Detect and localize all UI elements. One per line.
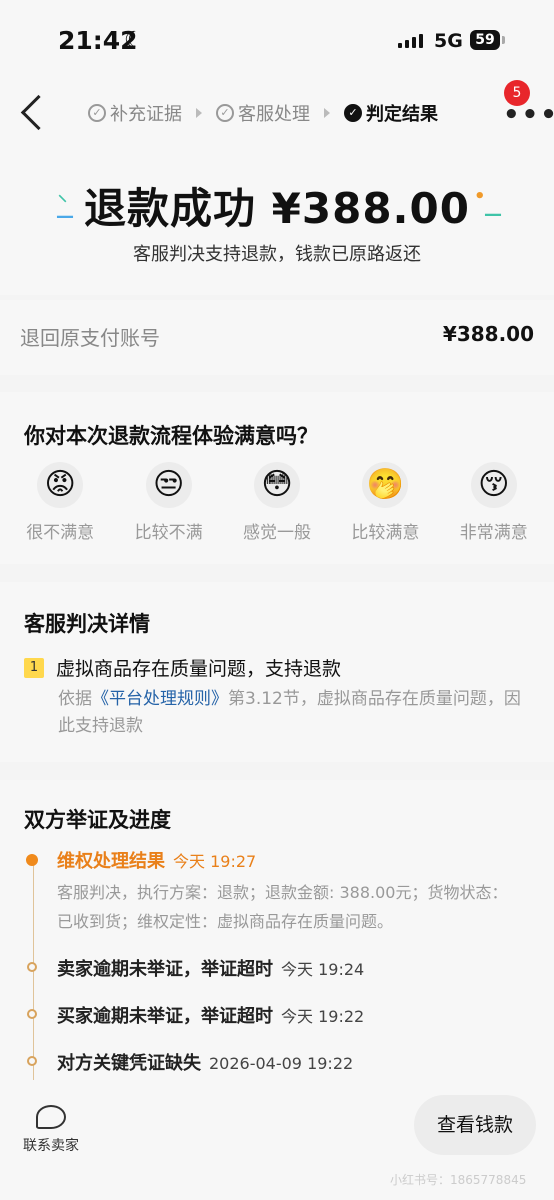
event-time: 2026-04-09 19:22 — [209, 1054, 354, 1073]
rating-very-satisfied[interactable]: 😚 非常满意 — [444, 462, 544, 543]
contact-label: 联系卖家 — [23, 1138, 79, 1154]
back-arrow-icon[interactable] — [20, 94, 57, 131]
event-description: 客服判决，执行方案：退款；退款金额: 388.00元；货物状态：已收到货；维权定… — [57, 883, 508, 931]
neutral-face-icon: 😳 — [253, 462, 300, 508]
step-arrow-icon — [196, 108, 202, 118]
judgement-title: 客服判决详情 — [24, 612, 150, 636]
judgement-details: 客服判决详情 1 虚拟商品存在质量问题，支持退款 依据《平台处理规则》第3.12… — [0, 582, 554, 762]
network-label: 5G — [434, 30, 463, 52]
watermark: 小红书号：1865778845 — [390, 1173, 527, 1187]
step-label: 客服处理 — [238, 104, 310, 125]
progress-title: 双方举证及进度 — [24, 808, 171, 832]
rating-label: 比较满意 — [351, 523, 420, 543]
giggle-face-icon: 🤭 — [362, 462, 409, 508]
step-label: 补充证据 — [110, 104, 182, 125]
refund-hero: ⸌ — • — 退款成功 ¥388.00 客服判决支持退款，钱款已原路返还 — [0, 150, 554, 295]
rating-label: 感觉一般 — [242, 523, 311, 543]
contact-seller-button[interactable]: 联系卖家 — [20, 1105, 82, 1155]
rating-satisfied[interactable]: 🤭 比较满意 — [335, 462, 435, 543]
judgement-item-title: 虚拟商品存在质量问题，支持退款 — [56, 658, 342, 680]
rating-label: 很不满意 — [26, 523, 95, 543]
event-title-text: 维权处理结果 — [57, 851, 165, 872]
event-title: 买家逾期未举证，举证超时 今天 19:22 — [57, 1002, 364, 1028]
signal-icon — [398, 34, 423, 48]
account-amount: ¥388.00 — [442, 322, 534, 346]
check-circle-icon: ✓ — [88, 104, 106, 122]
step-arrow-icon — [324, 108, 330, 118]
moon-icon: ☾ — [124, 28, 144, 53]
kiss-face-icon: 😚 — [470, 462, 517, 508]
bottom-bar: 联系卖家 查看钱款 小红书号：1865778845 — [0, 1085, 554, 1200]
refund-account-row: 退回原支付账号 ¥388.00 — [0, 300, 554, 375]
rating-label: 非常满意 — [459, 523, 528, 543]
evidence-progress: 双方举证及进度 维权处理结果 今天 19:27 客服判决，执行方案：退款；退款金额… — [0, 780, 554, 1100]
timeline-dot-icon — [27, 1056, 37, 1066]
check-circle-icon: ✓ — [216, 104, 234, 122]
nav-bar: ✓ 补充证据 ✓ 客服处理 ✓ 判定结果 5 ••• — [0, 80, 554, 150]
rules-link[interactable]: 《平台处理规则》 — [92, 689, 228, 709]
event-title-text: 对方关键凭证缺失 — [57, 1053, 201, 1074]
event-time: 今天 19:27 — [173, 852, 257, 871]
event-time: 今天 19:24 — [281, 960, 365, 979]
event-title: 卖家逾期未举证，举证超时 今天 19:24 — [57, 955, 364, 981]
event-title-text: 买家逾期未举证，举证超时 — [57, 1006, 273, 1027]
refund-subtitle: 客服判决支持退款，钱款已原路返还 — [133, 244, 421, 265]
rating-dissatisfied[interactable]: 😒 比较不满 — [119, 462, 219, 543]
event-title-text: 卖家逾期未举证，举证超时 — [57, 959, 273, 980]
timeline-dot-icon — [27, 962, 37, 972]
index-badge: 1 — [24, 657, 44, 678]
judgement-description: 依据《平台处理规则》第3.12节，虚拟商品存在质量问题，因此支持退款 — [58, 686, 528, 740]
check-circle-icon: ✓ — [344, 104, 362, 122]
battery-icon: 59 — [470, 30, 505, 50]
step-service: ✓ 客服处理 — [216, 100, 310, 126]
survey-title: 你对本次退款流程体验满意吗？ — [24, 424, 318, 448]
timeline-dot-icon — [26, 854, 38, 866]
desc-text: 依据 — [58, 689, 92, 709]
step-label: 判定结果 — [366, 104, 438, 125]
satisfaction-survey: 你对本次退款流程体验满意吗？ 😡 很不满意 😒 比较不满 😳 感觉一般 🤭 比较… — [0, 392, 554, 564]
rating-label: 比较不满 — [134, 523, 203, 543]
more-icon[interactable]: ••• — [503, 102, 554, 128]
event-title: 维权处理结果 今天 19:27 — [57, 847, 256, 873]
step-indicator: ✓ 补充证据 ✓ 客服处理 ✓ 判定结果 — [88, 100, 438, 126]
event-title: 对方关键凭证缺失 2026-04-09 19:22 — [57, 1049, 353, 1075]
timeline-dot-icon — [27, 1009, 37, 1019]
refund-title: 退款成功 ¥388.00 — [84, 184, 470, 233]
step-evidence: ✓ 补充证据 — [88, 100, 182, 126]
view-funds-button[interactable]: 查看钱款 — [414, 1095, 536, 1155]
rating-very-dissatisfied[interactable]: 😡 很不满意 — [10, 462, 110, 543]
account-label: 退回原支付账号 — [20, 326, 160, 350]
status-bar: 21:42 ☾ 5G 59 — [0, 0, 554, 80]
rating-neutral[interactable]: 😳 感觉一般 — [227, 462, 327, 543]
unamused-face-icon: 😒 — [145, 462, 192, 508]
chat-bubble-icon — [36, 1105, 66, 1129]
step-result: ✓ 判定结果 — [344, 100, 438, 126]
event-time: 今天 19:22 — [281, 1007, 365, 1026]
angry-face-icon: 😡 — [37, 462, 84, 508]
